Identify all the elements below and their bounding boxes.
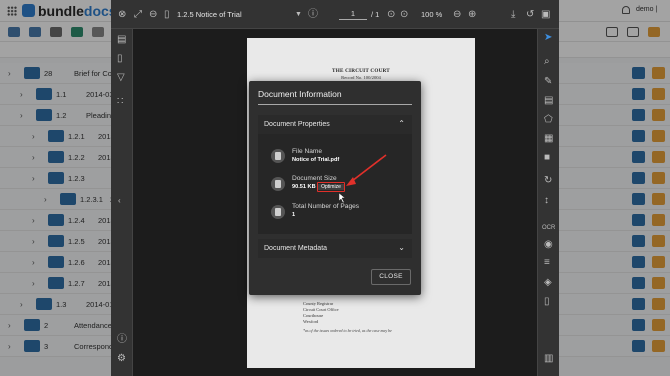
mouse-cursor-icon <box>338 192 346 204</box>
arrow-line <box>351 154 387 182</box>
annotation-arrow <box>338 154 387 204</box>
